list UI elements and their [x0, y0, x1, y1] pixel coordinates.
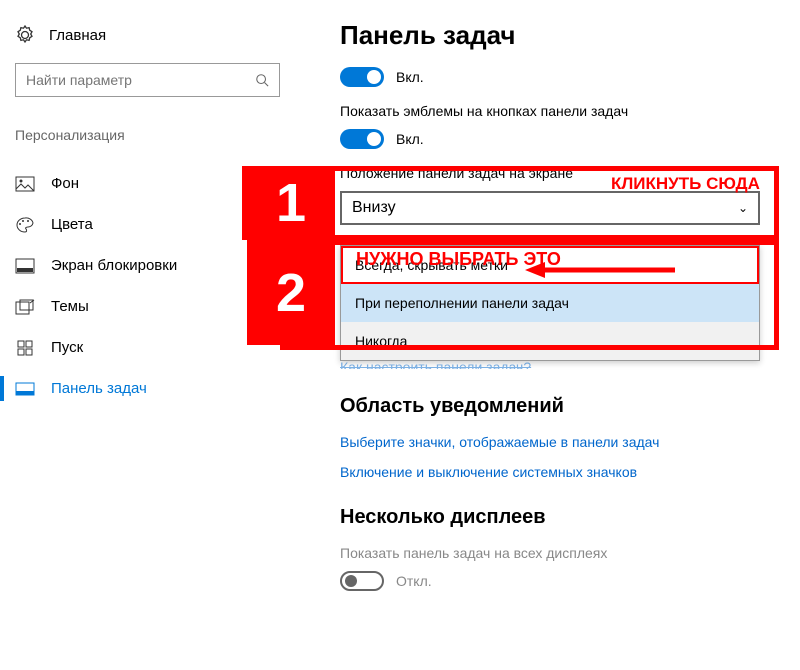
toggle-multi-state: Откл. — [396, 573, 432, 589]
search-input-container[interactable] — [15, 63, 280, 97]
toggle-1-state: Вкл. — [396, 69, 424, 85]
badges-label: Показать эмблемы на кнопках панели задач — [340, 103, 780, 119]
lockscreen-icon — [15, 258, 35, 274]
sidebar-item-label: Экран блокировки — [51, 257, 177, 274]
picture-icon — [15, 176, 35, 192]
search-icon — [255, 73, 269, 87]
toggle-1[interactable] — [340, 67, 384, 87]
themes-icon — [15, 299, 35, 315]
toggle-multi-display — [340, 571, 384, 591]
annotation-arrow-icon — [525, 261, 675, 279]
sidebar-item-label: Фон — [51, 175, 79, 192]
home-nav-item[interactable]: Главная — [0, 25, 295, 45]
sidebar-item-taskbar[interactable]: Панель задач — [0, 368, 295, 409]
annotation-number-1-box: 1 — [247, 171, 335, 235]
gear-icon — [15, 25, 35, 45]
multi-display-label: Показать панель задач на всех дисплеях — [340, 545, 780, 561]
toggle-badges-state: Вкл. — [396, 131, 424, 147]
section-label: Персонализация — [0, 127, 295, 143]
sidebar-item-label: Цвета — [51, 216, 93, 233]
annotation-number-2-box: 2 — [247, 240, 335, 345]
search-input[interactable] — [26, 72, 255, 88]
annotation-number-2: 2 — [276, 262, 306, 324]
toggle-badges[interactable] — [340, 129, 384, 149]
link-system-icons[interactable]: Включение и выключение системных значков — [340, 464, 780, 480]
section-notification: Область уведомлений — [340, 395, 780, 418]
start-icon — [15, 340, 35, 356]
annotation-number-1: 1 — [276, 172, 306, 234]
link-select-icons[interactable]: Выберите значки, отображаемые в панели з… — [340, 434, 780, 450]
annotation-text-click: КЛИКНУТЬ СЮДА — [611, 174, 760, 194]
sidebar-item-label: Панель задач — [51, 380, 147, 397]
link-configure-taskbar[interactable]: Как настроить панели задач? — [340, 359, 780, 369]
palette-icon — [15, 217, 35, 233]
sidebar-item-label: Пуск — [51, 339, 83, 356]
home-label: Главная — [49, 27, 106, 44]
section-multi-displays: Несколько дисплеев — [340, 506, 780, 529]
taskbar-icon — [15, 381, 35, 397]
page-title: Панель задач — [340, 20, 780, 51]
sidebar-item-label: Темы — [51, 298, 89, 315]
